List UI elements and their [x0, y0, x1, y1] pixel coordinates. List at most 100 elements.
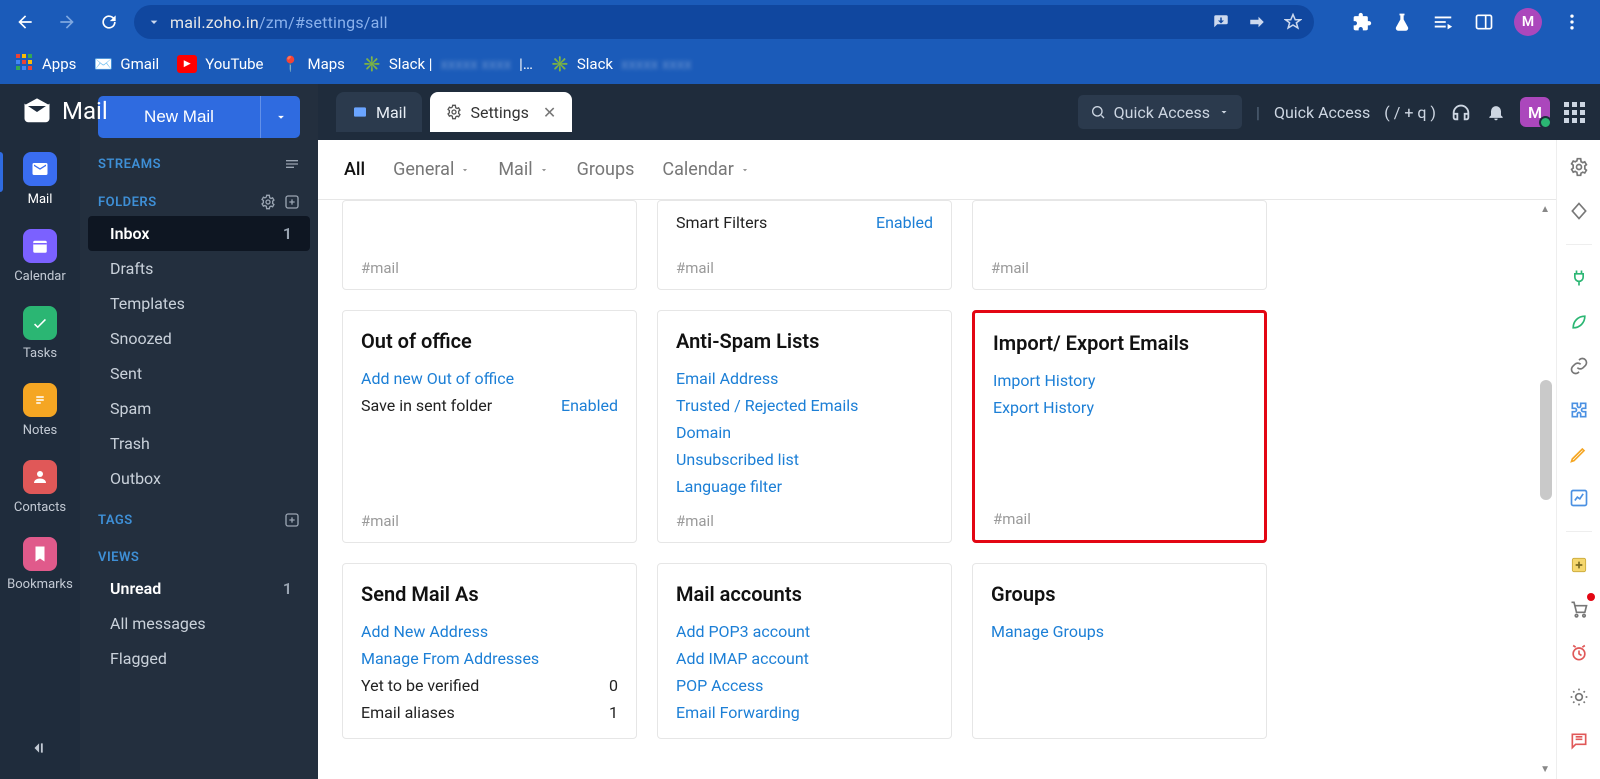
util-clock-icon[interactable] — [1566, 640, 1592, 666]
streams-header[interactable]: STREAMS — [80, 150, 318, 178]
bookmark-maps[interactable]: 📍Maps — [281, 55, 344, 73]
headset-icon[interactable] — [1450, 101, 1472, 123]
profile-avatar[interactable]: M — [1514, 8, 1542, 36]
subtab-all[interactable]: All — [344, 159, 365, 180]
quick-access-button[interactable]: Quick Access — [1078, 95, 1242, 129]
bookmark-gmail[interactable]: ✉️Gmail — [94, 55, 159, 73]
view-flagged[interactable]: Flagged — [88, 641, 310, 676]
acc-pop-link[interactable]: POP Access — [676, 676, 763, 695]
add-folder-icon[interactable] — [284, 194, 300, 210]
folder-snoozed[interactable]: Snoozed — [88, 321, 310, 356]
util-chart-icon[interactable] — [1566, 485, 1592, 511]
folder-trash[interactable]: Trash — [88, 426, 310, 461]
reload-button[interactable] — [92, 5, 126, 39]
kebab-icon[interactable] — [1562, 12, 1582, 32]
apps-grid-icon[interactable] — [1564, 102, 1584, 122]
acc-imap-link[interactable]: Add IMAP account — [676, 649, 809, 668]
folder-drafts[interactable]: Drafts — [88, 251, 310, 286]
playlist-icon[interactable] — [1432, 11, 1454, 33]
bell-icon[interactable] — [1486, 102, 1506, 122]
as-email-link[interactable]: Email Address — [676, 369, 778, 388]
rail-notes[interactable]: Notes — [10, 377, 70, 440]
as-lang-link[interactable]: Language filter — [676, 477, 782, 496]
labs-icon[interactable] — [1392, 12, 1412, 32]
acc-fwd-link[interactable]: Email Forwarding — [676, 703, 800, 722]
star-icon[interactable] — [1284, 13, 1302, 31]
share-icon[interactable] — [1248, 13, 1266, 31]
export-history-link[interactable]: Export History — [993, 398, 1094, 417]
util-chat-icon[interactable] — [1566, 728, 1592, 754]
rail-bookmarks[interactable]: Bookmarks — [10, 531, 70, 594]
folder-pane: New Mail STREAMS FOLDERS Inbox1 Drafts T… — [80, 84, 318, 779]
util-leaf-icon[interactable] — [1566, 309, 1592, 335]
util-puzzle-icon[interactable] — [1566, 397, 1592, 423]
sendas-add-link[interactable]: Add New Address — [361, 622, 488, 641]
card-anti-spam: Anti-Spam Lists Email Address Trusted / … — [657, 310, 952, 543]
ooo-add-link[interactable]: Add new Out of office — [361, 369, 514, 388]
rail-calendar[interactable]: Calendar — [10, 223, 70, 286]
rail-mail[interactable]: Mail — [10, 146, 70, 209]
card-mail-accounts: Mail accounts Add POP3 account Add IMAP … — [657, 563, 952, 739]
bookmark-youtube[interactable]: ▶YouTube — [177, 55, 263, 73]
panel-icon[interactable] — [1474, 12, 1494, 32]
tab-mail[interactable]: Mail — [336, 92, 422, 132]
as-unsub-link[interactable]: Unsubscribed list — [676, 450, 799, 469]
subtab-calendar[interactable]: Calendar — [662, 159, 749, 180]
tags-header[interactable]: TAGS — [80, 506, 318, 534]
view-all[interactable]: All messages — [88, 606, 310, 641]
rail-contacts[interactable]: Contacts — [10, 454, 70, 517]
util-diamond-icon[interactable] — [1566, 198, 1592, 224]
folder-outbox[interactable]: Outbox — [88, 461, 310, 496]
acc-pop3-link[interactable]: Add POP3 account — [676, 622, 810, 641]
folder-spam[interactable]: Spam — [88, 391, 310, 426]
view-unread[interactable]: Unread1 — [88, 571, 310, 606]
tab-settings[interactable]: Settings✕ — [430, 92, 572, 132]
close-tab-icon[interactable]: ✕ — [543, 103, 556, 122]
folder-sent[interactable]: Sent — [88, 356, 310, 391]
smart-filters-status[interactable]: Enabled — [876, 213, 933, 232]
scroll-up-icon[interactable]: ▲ — [1540, 204, 1550, 215]
scrollbar-thumb[interactable] — [1540, 380, 1552, 500]
extension-icon[interactable] — [1352, 12, 1372, 32]
util-pencil-icon[interactable] — [1566, 441, 1592, 467]
forward-button[interactable] — [50, 5, 84, 39]
back-button[interactable] — [8, 5, 42, 39]
as-domain-link[interactable]: Domain — [676, 423, 731, 442]
groups-manage-link[interactable]: Manage Groups — [991, 622, 1104, 641]
folders-header[interactable]: FOLDERS — [80, 188, 318, 216]
streams-settings-icon[interactable] — [284, 156, 300, 172]
views-header[interactable]: VIEWS — [80, 544, 318, 571]
user-avatar[interactable]: M — [1520, 97, 1550, 127]
folder-templates[interactable]: Templates — [88, 286, 310, 321]
util-sun-icon[interactable] — [1566, 684, 1592, 710]
site-info-icon[interactable] — [146, 14, 162, 30]
util-plug-icon[interactable] — [1566, 265, 1592, 291]
url-bar[interactable]: mail.zoho.in/zm/#settings/all — [134, 5, 1314, 39]
collapse-rail-button[interactable] — [23, 731, 57, 765]
sendas-manage-link[interactable]: Manage From Addresses — [361, 649, 539, 668]
util-cart-icon[interactable] — [1566, 596, 1592, 622]
rail-tasks[interactable]: Tasks — [10, 300, 70, 363]
folder-inbox[interactable]: Inbox1 — [88, 216, 310, 251]
subtab-mail[interactable]: Mail — [498, 159, 548, 180]
bookmark-slack-2[interactable]: ✳️Slack xxxxx xxxx — [551, 55, 692, 73]
scroll-down-icon[interactable]: ▼ — [1540, 764, 1550, 775]
util-link-icon[interactable] — [1566, 353, 1592, 379]
ooo-save-status[interactable]: Enabled — [561, 396, 618, 415]
subtab-groups[interactable]: Groups — [577, 159, 635, 180]
settings-cards[interactable]: ▲ ▼ #mail Smart FiltersEnabled #mail — [318, 200, 1556, 779]
quick-access-label: Quick Access — [1274, 103, 1370, 122]
subtab-general[interactable]: General — [393, 159, 470, 180]
app-topbar: Mail Settings✕ Quick Access | Quick Acce… — [318, 84, 1600, 140]
util-gear-icon[interactable] — [1566, 154, 1592, 180]
app-title: Mail — [22, 96, 302, 126]
util-note-add-icon[interactable] — [1566, 552, 1592, 578]
rail-label: Mail — [28, 192, 53, 207]
apps-launcher[interactable]: Apps — [16, 55, 76, 73]
bookmark-slack-1[interactable]: ✳️Slack | xxxxx xxxx |… — [363, 55, 533, 73]
add-tag-icon[interactable] — [284, 512, 300, 528]
gear-icon[interactable] — [260, 194, 276, 210]
install-icon[interactable] — [1212, 13, 1230, 31]
as-trusted-link[interactable]: Trusted / Rejected Emails — [676, 396, 858, 415]
import-history-link[interactable]: Import History — [993, 371, 1095, 390]
